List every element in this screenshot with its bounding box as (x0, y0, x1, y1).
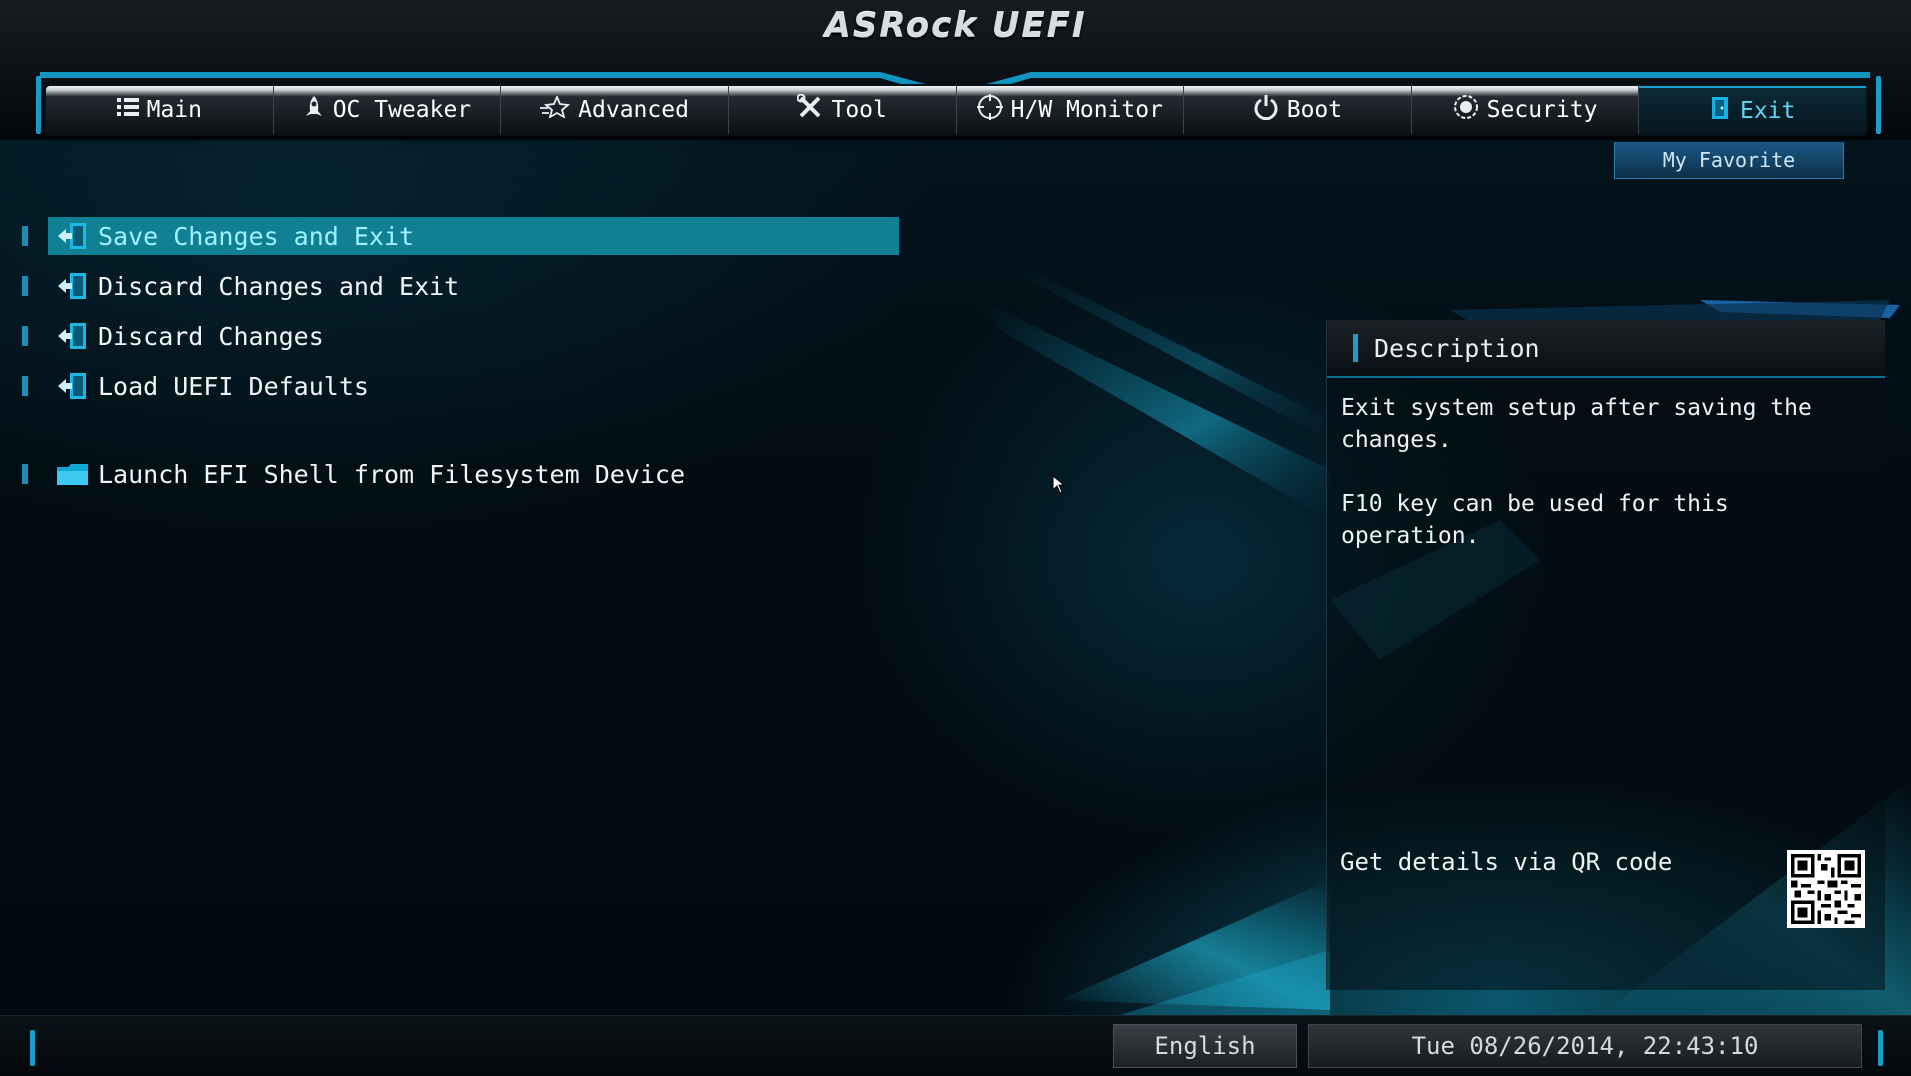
tab-bar: Main OC Tweaker Advanced Tool H/W Monito… (46, 86, 1866, 134)
datetime-display: Tue 08/26/2014, 22:43:10 (1308, 1024, 1862, 1068)
door-icon (1710, 95, 1732, 127)
menu-item-discard-changes[interactable]: Discard Changes (22, 317, 899, 355)
tab-exit[interactable]: Exit (1639, 86, 1866, 134)
description-text: Exit system setup after saving the chang… (1341, 395, 1812, 549)
tools-icon (796, 93, 823, 126)
menu-item-load-uefi-defaults[interactable]: Load UEFI Defaults (22, 367, 899, 405)
tab-label: Security (1486, 97, 1598, 123)
tab-hw-monitor[interactable]: H/W Monitor (957, 86, 1185, 134)
exit-icon (56, 221, 90, 251)
description-title: Description (1374, 333, 1540, 363)
exit-icon (56, 271, 90, 301)
exit-icon (56, 371, 90, 401)
my-favorite-button[interactable]: My Favorite (1614, 142, 1844, 179)
menu-item-launch-efi-shell[interactable]: Launch EFI Shell from Filesystem Device (22, 455, 899, 493)
crosshair-icon (976, 94, 1003, 126)
tab-boot[interactable]: Boot (1184, 86, 1412, 134)
menu-item-label: Load UEFI Defaults (98, 371, 369, 401)
menu-row[interactable]: Load UEFI Defaults (48, 367, 899, 405)
menu-item-discard-changes-and-exit[interactable]: Discard Changes and Exit (22, 267, 899, 305)
tab-oc-tweaker[interactable]: OC Tweaker (274, 86, 502, 134)
item-marker (22, 276, 28, 296)
qr-code-image[interactable] (1787, 850, 1865, 928)
header-rail-left (36, 76, 41, 134)
item-marker (22, 464, 28, 484)
item-marker (22, 226, 28, 246)
tab-label: Exit (1739, 98, 1796, 124)
list-icon (116, 97, 139, 123)
rocket-icon (303, 95, 325, 125)
menu-item-label: Discard Changes and Exit (98, 271, 460, 301)
shield-icon (1453, 94, 1479, 126)
header-rail-right (1876, 76, 1881, 134)
tab-security[interactable]: Security (1412, 86, 1640, 134)
header-marker (1353, 334, 1358, 362)
menu-item-label: Launch EFI Shell from Filesystem Device (98, 459, 685, 489)
exit-icon (56, 321, 90, 351)
description-panel: Description Exit system setup after savi… (1326, 320, 1885, 990)
menu-item-label: Save Changes and Exit (98, 221, 415, 251)
menu-item-label: Discard Changes (98, 321, 324, 351)
description-header: Description (1327, 320, 1885, 378)
tab-main[interactable]: Main (46, 86, 274, 134)
tab-label: OC Tweaker (332, 97, 472, 123)
tab-label: Main (146, 97, 202, 123)
footer-rail-left (30, 1030, 35, 1066)
mouse-cursor-icon (1052, 475, 1066, 494)
footer-rail-right (1878, 1030, 1883, 1066)
item-marker (22, 376, 28, 396)
tab-label: Tool (831, 97, 887, 123)
menu-row[interactable]: Save Changes and Exit (48, 217, 899, 255)
tab-label: Advanced (578, 97, 689, 123)
menu-item-save-changes-and-exit[interactable]: Save Changes and Exit (22, 217, 899, 255)
menu-row[interactable]: Discard Changes (48, 317, 899, 355)
tab-label: Boot (1286, 97, 1343, 123)
menu-row[interactable]: Discard Changes and Exit (48, 267, 899, 305)
item-marker (22, 326, 28, 346)
tab-advanced[interactable]: Advanced (501, 86, 729, 134)
menu-row[interactable]: Launch EFI Shell from Filesystem Device (48, 455, 899, 493)
tab-label: H/W Monitor (1010, 97, 1163, 123)
folder-icon (56, 459, 90, 489)
qr-code-label: Get details via QR code (1340, 848, 1673, 876)
power-icon (1253, 94, 1279, 126)
language-button[interactable]: English (1113, 1024, 1297, 1068)
star-icon (540, 94, 571, 124)
tab-tool[interactable]: Tool (729, 86, 957, 134)
